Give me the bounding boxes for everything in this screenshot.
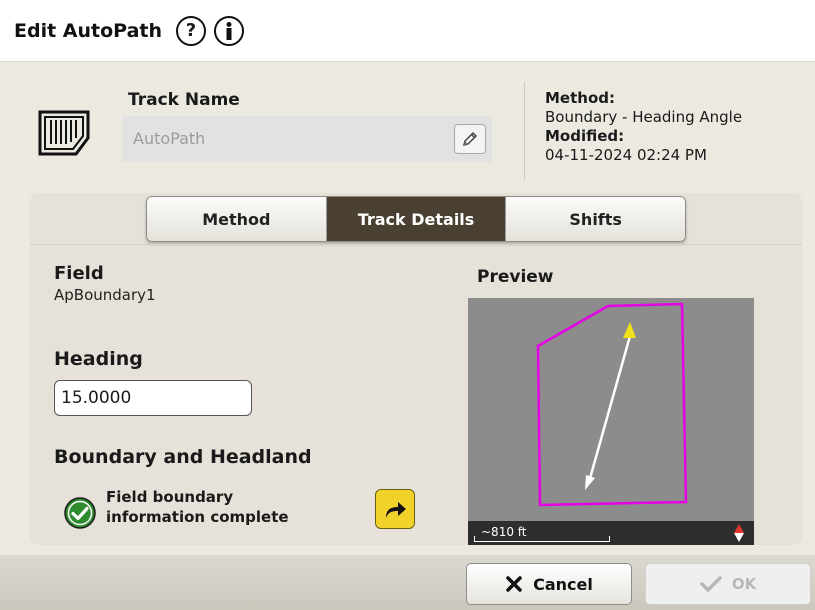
arrow-redirect-icon <box>386 502 406 518</box>
boundary-headland-label: Boundary and Headland <box>54 446 312 468</box>
edit-name-button[interactable] <box>454 124 486 154</box>
track-header: Track Name AutoPath Method: Boundary - H… <box>0 62 815 190</box>
tab-method[interactable]: Method <box>147 197 327 241</box>
status-line-2: information complete <box>106 508 289 526</box>
method-key: Method: <box>545 89 615 107</box>
track-name-field[interactable]: AutoPath <box>122 116 492 162</box>
track-start-arrow <box>585 475 595 490</box>
tab-shifts[interactable]: Shifts <box>506 197 685 241</box>
cancel-button[interactable]: Cancel <box>466 563 632 605</box>
x-icon <box>506 576 522 592</box>
direction-marker <box>623 322 636 338</box>
scale-ruler <box>474 536 610 542</box>
go-to-boundary-button[interactable] <box>375 489 415 529</box>
check-circle-icon <box>64 497 96 533</box>
preview-label: Preview <box>477 267 554 287</box>
track-name-value: AutoPath <box>133 129 206 148</box>
modified-value: 04-11-2024 02:24 PM <box>545 146 707 164</box>
cancel-label: Cancel <box>533 574 593 594</box>
modified-key: Modified: <box>545 127 625 145</box>
track-name-label: Track Name <box>128 90 240 110</box>
title-bar: Edit AutoPath ? <box>0 0 815 62</box>
main-content: Track Name AutoPath Method: Boundary - H… <box>0 62 815 555</box>
pencil-icon <box>462 131 478 147</box>
method-value: Boundary - Heading Angle <box>545 108 743 126</box>
heading-label: Heading <box>54 348 143 370</box>
boundary-status: Field boundary information complete <box>106 487 289 527</box>
info-circle-icon[interactable] <box>214 15 245 46</box>
field-value: ApBoundary1 <box>54 286 156 304</box>
question-circle-icon[interactable]: ? <box>176 15 207 46</box>
field-label: Field <box>54 263 104 284</box>
ok-button[interactable]: OK <box>645 563 811 605</box>
status-line-1: Field boundary <box>106 488 234 506</box>
tab-divider <box>30 244 802 245</box>
checkmark-icon <box>700 576 722 592</box>
tab-bar: Method Track Details Shifts <box>146 196 686 242</box>
tab-track-details[interactable]: Track Details <box>326 197 507 241</box>
heading-input[interactable]: 15.0000 <box>54 380 252 416</box>
preview-map: ~810 ft <box>468 298 754 545</box>
track-metadata: Method: Boundary - Heading Angle Modifie… <box>545 89 742 165</box>
ok-label: OK <box>731 575 757 593</box>
details-panel: Method Track Details Shifts Field ApBoun… <box>30 193 802 545</box>
preview-drawing <box>536 302 688 507</box>
scale-bar: ~810 ft <box>468 521 754 545</box>
track-line <box>587 335 632 483</box>
footer-bar: Cancel OK <box>0 555 815 610</box>
compass-icon <box>734 524 744 542</box>
header-divider <box>524 82 525 180</box>
page-title: Edit AutoPath <box>14 19 163 42</box>
track-grid-icon <box>36 108 92 162</box>
